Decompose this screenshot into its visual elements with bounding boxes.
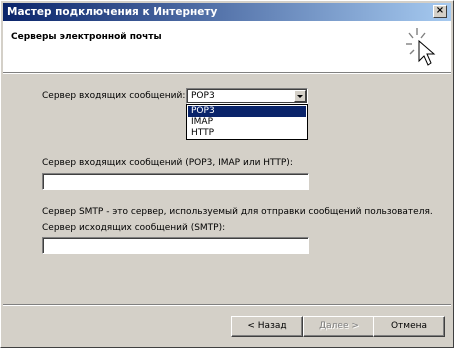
dropdown-option-pop3[interactable]: POP3 — [188, 106, 306, 117]
footer-separator — [3, 304, 451, 306]
incoming-server-input[interactable] — [42, 173, 309, 190]
wizard-wand-icon — [406, 28, 436, 66]
wizard-window: Мастер подключения к Интернету × Серверы… — [0, 0, 454, 348]
dropdown-option-imap[interactable]: IMAP — [188, 117, 306, 128]
smtp-description: Сервер SMTP - это сервер, используемый д… — [42, 207, 433, 217]
incoming-type-label: Сервер входящих сообщений: — [42, 91, 186, 101]
window-title: Мастер подключения к Интернету — [7, 6, 218, 18]
back-button[interactable]: < Назад — [231, 316, 303, 337]
page-heading: Серверы электронной почты — [11, 32, 162, 42]
outgoing-server-input[interactable] — [42, 237, 309, 254]
chevron-down-icon[interactable] — [294, 90, 306, 102]
cancel-button[interactable]: Отмена — [373, 316, 445, 337]
incoming-type-dropdown: POP3 IMAP HTTP — [186, 104, 308, 140]
wizard-header: Серверы электронной почты — [3, 21, 451, 72]
incoming-type-select[interactable]: POP3 — [186, 88, 308, 104]
outgoing-server-label: Сервер исходящих сообщений (SMTP): — [42, 223, 226, 233]
dropdown-option-http[interactable]: HTTP — [188, 128, 306, 139]
incoming-server-label: Сервер входящих сообщений (POP3, IMAP ил… — [42, 158, 293, 168]
title-bar[interactable]: Мастер подключения к Интернету × — [3, 3, 451, 21]
next-button[interactable]: Далее > — [303, 316, 375, 337]
close-icon: × — [435, 5, 445, 16]
select-value: POP3 — [191, 91, 215, 101]
header-separator — [3, 72, 451, 74]
close-button[interactable]: × — [433, 5, 447, 18]
